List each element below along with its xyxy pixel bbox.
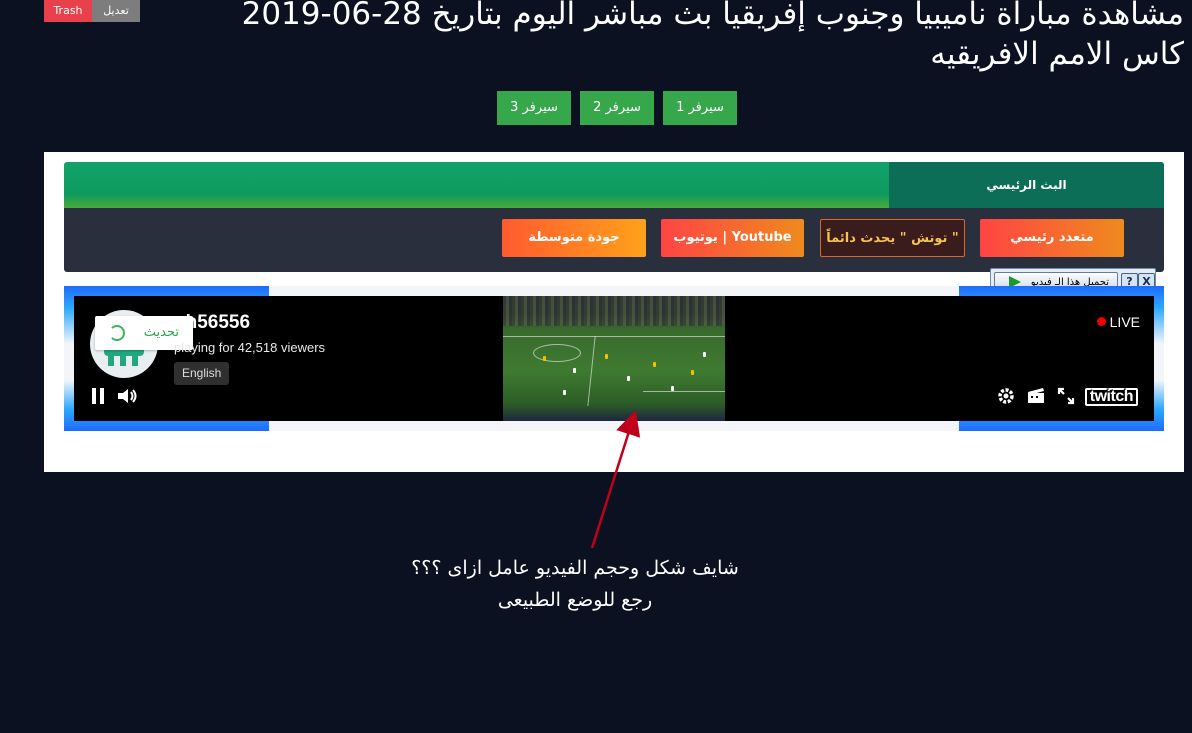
trash-button[interactable]: Trash [44, 0, 92, 22]
annotation-line-1: شايف شكل وحجم الفيديو عامل ازاى ؟؟؟ [411, 557, 739, 579]
video-frame[interactable] [503, 296, 725, 421]
twitch-logo[interactable]: twitch [1084, 388, 1138, 406]
clip-icon[interactable] [1027, 387, 1045, 405]
player-tab-bar: البث الرئيسي [64, 162, 1164, 208]
player-dot [573, 368, 576, 373]
live-indicator: LIVE [1096, 314, 1140, 330]
refresh-icon [109, 325, 125, 341]
source-medium-quality-button[interactable]: جودة متوسطة [502, 219, 646, 257]
fullscreen-icon[interactable] [1057, 387, 1075, 405]
server-1-button[interactable]: سيرفر 1 [663, 91, 737, 125]
pitch-line [643, 391, 725, 392]
avatar-figure [132, 354, 138, 366]
player-panel: البث الرئيسي متعدد رئيسي توتش " يحدث دائ… [44, 152, 1184, 472]
viewer-count: playing for 42,518 viewers [174, 340, 326, 355]
volume-icon[interactable] [118, 388, 138, 404]
settings-gear-icon[interactable] [997, 387, 1015, 405]
language-tag[interactable]: English [174, 362, 230, 385]
source-bar: متعدد رئيسي توتش " يحدث دائماً " يوتيوب … [64, 208, 1164, 272]
avatar-figure [120, 354, 126, 366]
server-2-button[interactable]: سيرفر 2 [580, 91, 654, 125]
player-dot [563, 390, 566, 395]
pitch-line [587, 336, 596, 406]
player-dot [703, 352, 706, 357]
player-dot [543, 356, 546, 361]
player-dot [671, 386, 674, 391]
center-circle [533, 344, 581, 362]
page-title: مشاهدة مباراة ناميبيا وجنوب إفريقيا بث م… [241, 0, 1184, 72]
player-dot [691, 370, 694, 375]
stream-container: تحديث nh56556 playing for 42,518 viewers… [64, 286, 1164, 431]
tab-main-stream[interactable]: البث الرئيسي [889, 162, 1164, 208]
server-switcher: سيرفر 1 سيرفر 2 سيرفر 3 [497, 91, 737, 125]
player-dot [653, 362, 656, 367]
server-3-button[interactable]: سيرفر 3 [497, 91, 571, 125]
source-touch-button[interactable]: توتش " يحدث دائماً " [820, 219, 965, 257]
annotation-line-2: رجع للوضع الطبيعى [497, 589, 653, 611]
avatar-figure [108, 354, 114, 366]
edit-button[interactable]: تعديل [92, 0, 140, 22]
twitch-player[interactable]: تحديث nh56556 playing for 42,518 viewers… [74, 296, 1154, 421]
player-dot [627, 376, 630, 381]
live-dot-icon [1096, 317, 1106, 326]
source-youtube-button[interactable]: يوتيوب | Youtube [661, 219, 804, 257]
source-multi-main-button[interactable]: متعدد رئيسي [980, 219, 1124, 257]
admin-bar: Trash تعديل [44, 0, 140, 22]
player-dot [605, 354, 608, 359]
pause-icon[interactable] [92, 388, 104, 404]
annotation-text: شايف شكل وحجم الفيديو عامل ازاى ؟؟؟ رجع … [380, 552, 770, 616]
live-label: LIVE [1109, 314, 1140, 330]
pitch-line [503, 336, 725, 337]
stadium-crowd [503, 296, 725, 326]
channel-name[interactable]: nh56556 [174, 312, 250, 334]
